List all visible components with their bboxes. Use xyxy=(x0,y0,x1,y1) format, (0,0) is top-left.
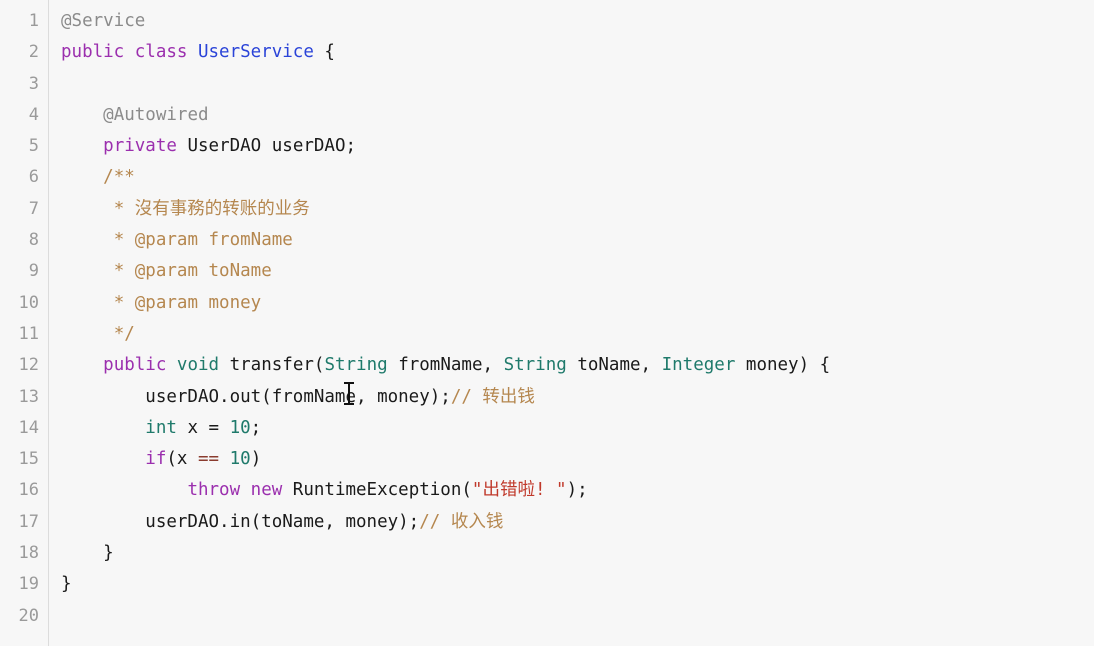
code-line[interactable]: @Autowired xyxy=(61,100,1094,131)
code-token: transfer( xyxy=(219,355,325,376)
code-token: // 收入钱 xyxy=(419,511,504,532)
code-token: userDAO.out(fromName, money); xyxy=(61,386,451,407)
code-line[interactable]: * @param toName xyxy=(61,256,1094,287)
code-line[interactable]: /** xyxy=(61,162,1094,193)
code-line[interactable] xyxy=(61,69,1094,100)
code-editor[interactable]: 1 2 3 4 5 6 7 8 9 10 11 12 13 14 15 16 17 18 19 20 @Service… xyxy=(0,0,1094,646)
line-number-gutter: 1 2 3 4 5 6 7 8 9 10 11 12 13 14 15 16 17 18 19 20 xyxy=(0,0,49,646)
line-number: 5 xyxy=(28,136,39,157)
line-number: 13 xyxy=(18,386,39,407)
code-token: int xyxy=(145,417,177,438)
code-line[interactable]: */ xyxy=(61,319,1094,350)
code-token: /** xyxy=(103,167,135,188)
code-token: String xyxy=(503,355,567,376)
code-token: void xyxy=(176,355,220,376)
line-number: 3 xyxy=(28,73,39,94)
line-number: 6 xyxy=(28,167,39,188)
line-number: 7 xyxy=(28,198,39,219)
code-token: 10 xyxy=(229,449,251,470)
code-token: } xyxy=(61,543,114,564)
line-number: 10 xyxy=(18,292,39,313)
code-line[interactable]: throw new RuntimeException("出错啦! "); xyxy=(61,475,1094,506)
code-token: money) { xyxy=(735,355,831,376)
code-line[interactable]: public void transfer(String fromName, St… xyxy=(61,350,1094,381)
code-token: private xyxy=(103,136,177,157)
code-token: ; xyxy=(250,417,262,438)
code-line[interactable] xyxy=(61,601,1094,632)
line-number: 16 xyxy=(18,480,39,501)
code-token: UserDAO userDAO; xyxy=(176,136,357,157)
code-token: throw new xyxy=(187,480,283,501)
line-number: 14 xyxy=(18,417,39,438)
code-token: ) xyxy=(250,449,262,470)
code-line[interactable]: private UserDAO userDAO; xyxy=(61,131,1094,162)
code-token: } xyxy=(61,574,72,595)
code-token: if xyxy=(145,449,167,470)
code-line[interactable]: if(x == 10) xyxy=(61,444,1094,475)
code-token: (x xyxy=(166,449,198,470)
code-line[interactable]: userDAO.out(fromName, money);// 转出钱 xyxy=(61,382,1094,413)
code-token: */ xyxy=(113,323,135,344)
code-token: @Autowired xyxy=(103,104,209,125)
code-token: fromName, xyxy=(387,355,504,376)
code-token: * @param fromName xyxy=(113,230,293,251)
code-token: Integer xyxy=(661,355,736,376)
code-line[interactable]: * @param fromName xyxy=(61,225,1094,256)
code-line[interactable]: @Service xyxy=(61,6,1094,37)
code-line[interactable]: int x = 10; xyxy=(61,413,1094,444)
line-number: 15 xyxy=(18,449,39,470)
code-line[interactable]: * @param money xyxy=(61,288,1094,319)
code-token: "出错啦! " xyxy=(471,480,567,501)
line-number: 19 xyxy=(18,574,39,595)
line-number: 1 xyxy=(28,11,39,31)
line-number: 2 xyxy=(28,42,39,63)
line-number: 18 xyxy=(18,543,39,564)
code-line[interactable]: } xyxy=(61,569,1094,600)
code-token: == xyxy=(197,449,220,470)
code-token: // 转出钱 xyxy=(450,386,535,407)
code-token: userDAO.in(toName, money); xyxy=(61,511,420,532)
code-token: RuntimeException( xyxy=(282,480,472,501)
code-token: 10 xyxy=(229,417,251,438)
line-number: 4 xyxy=(28,104,39,125)
line-number: 20 xyxy=(18,605,39,626)
line-number: 8 xyxy=(28,230,39,251)
code-token: @Service xyxy=(61,11,146,31)
code-line[interactable]: userDAO.in(toName, money);// 收入钱 xyxy=(61,507,1094,538)
code-content-area[interactable]: @Service public class UserService { @Auto… xyxy=(49,0,1094,646)
code-token: public class xyxy=(61,42,198,63)
code-token: UserService xyxy=(197,42,314,63)
code-token: toName, xyxy=(566,355,662,376)
code-line[interactable]: public class UserService { xyxy=(61,37,1094,68)
code-token: public xyxy=(103,355,167,376)
code-token: { xyxy=(313,42,335,63)
code-token: x = xyxy=(176,417,230,438)
code-token: * @param toName xyxy=(113,261,272,282)
line-number: 11 xyxy=(18,323,39,344)
line-number: 9 xyxy=(28,261,39,282)
code-line[interactable]: * 沒有事務的转账的业务 xyxy=(61,194,1094,225)
code-token: * 沒有事務的转账的业务 xyxy=(113,198,310,219)
line-number: 17 xyxy=(18,511,39,532)
code-line[interactable]: } xyxy=(61,538,1094,569)
code-token: * @param money xyxy=(113,292,262,313)
line-number: 12 xyxy=(18,355,39,376)
code-token: ); xyxy=(566,480,588,501)
code-token: String xyxy=(324,355,388,376)
